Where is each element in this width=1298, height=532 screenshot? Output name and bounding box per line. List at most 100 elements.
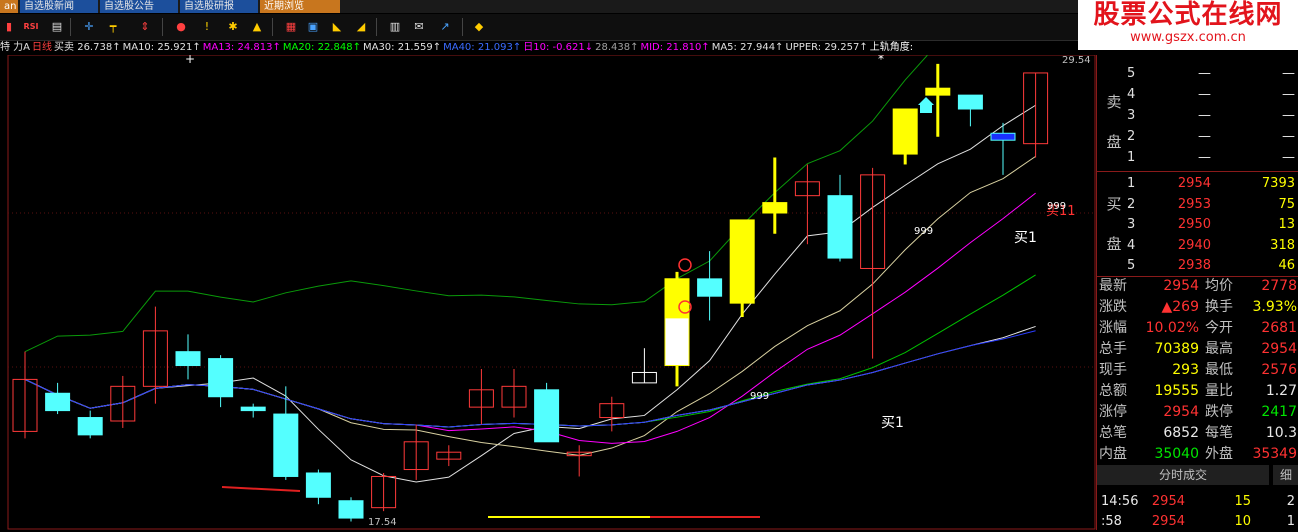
candle-body: [175, 351, 201, 367]
watermark-url: www.gszx.com.cn: [1130, 30, 1246, 45]
orderbook-row[interactable]: 3 — —: [1127, 105, 1298, 126]
orderbook-row[interactable]: 4 — —: [1127, 84, 1298, 105]
indicator-13: 上轨角度:: [869, 42, 914, 53]
kline-icon[interactable]: ▮: [0, 18, 18, 36]
orderbook-row[interactable]: 2 — —: [1127, 126, 1298, 147]
orderbook-row[interactable]: 1 2954 7393: [1127, 173, 1298, 194]
orderbook-v: 46: [1278, 258, 1295, 273]
image-icon[interactable]: ▣: [304, 18, 322, 36]
bell-icon[interactable]: ▲: [248, 18, 266, 36]
candle-body: [990, 132, 1016, 141]
stat-value: 2954: [1163, 404, 1199, 420]
orderbook-v: 7393: [1261, 176, 1295, 191]
orderbook-p: —: [1198, 150, 1211, 165]
upper-band-line: [24, 55, 929, 353]
diamond-icon[interactable]: ◆: [470, 18, 488, 36]
orderbook-p: 2938: [1177, 258, 1211, 273]
traffic-light-icon[interactable]: ●: [172, 18, 190, 36]
orderbook-row[interactable]: 2 2953 75: [1127, 194, 1298, 215]
tick-p: 2954: [1151, 494, 1185, 509]
stat-label: 现手: [1099, 362, 1127, 378]
orderbook-v: —: [1282, 150, 1295, 165]
calculator-icon[interactable]: ▥: [386, 18, 404, 36]
tick-n: 1: [1286, 514, 1295, 529]
stat-value: 10.3: [1265, 425, 1297, 441]
tab-watchlist-news[interactable]: 自选股新闻: [20, 0, 98, 13]
ma20-line: [24, 274, 1036, 428]
indicator-1: 日线: [32, 42, 53, 53]
ticks-detail-tab[interactable]: 细: [1273, 465, 1298, 485]
orderbook-row[interactable]: 4 2940 318: [1127, 235, 1298, 256]
crosshair-icon[interactable]: ✛: [80, 18, 98, 36]
candle-body: [338, 500, 364, 519]
sell-label: 卖: [1106, 93, 1122, 111]
tab-analysis[interactable]: an: [0, 0, 18, 13]
quote-panel: 卖 盘 5 — — 4 — — 3 — — 2 — — 1 — — 买 盘 1 2954 7393 2 2953 75…: [1096, 55, 1298, 530]
kline-chart[interactable]: 29.5417.54买1买1买11999999999*+: [0, 55, 1096, 530]
indicator-3: MA10: 25.921↑: [122, 42, 201, 53]
orderbook-p: —: [1198, 129, 1211, 144]
trend-chart-icon[interactable]: ↗: [436, 18, 454, 36]
stat-label: 总额: [1099, 383, 1127, 399]
trading-app-window: an 自选股新闻 自选股公告 自选股研报 近期浏览 ▮ RSI ▤ ✛ ┯ ⇕ ●! ✱ ▲ ▦ ▣…: [0, 0, 1298, 530]
orderbook-v: —: [1282, 87, 1295, 102]
indicator-2: 买卖 26.738↑: [54, 42, 121, 53]
tab-watchlist-research[interactable]: 自选股研报: [180, 0, 258, 13]
indicator-line: 特 力A 日线 买卖 26.738↑ MA10: 25.921↑ MA13: 24.81…: [0, 40, 1085, 55]
rsi-icon[interactable]: RSI: [22, 18, 40, 36]
orderbook-row[interactable]: 1 — —: [1127, 147, 1298, 168]
tab-recent-browse[interactable]: 近期浏览: [260, 0, 340, 13]
stat-label: 每笔: [1205, 425, 1233, 441]
buy-orderbook: 买 盘 1 2954 7393 2 2953 75 3 2950 13 4 2940 318 5 2938…: [1097, 171, 1298, 277]
plus-marker-icon: +: [185, 55, 195, 66]
indicator-9: 28.438↑: [595, 42, 639, 53]
orderbook-row[interactable]: 5 — —: [1127, 63, 1298, 84]
watermark-title: 股票公式在线网: [1093, 0, 1283, 30]
warning-icon[interactable]: !: [198, 18, 216, 36]
message-icon[interactable]: ✉: [410, 18, 428, 36]
stat-label: 今开: [1205, 320, 1233, 336]
orderbook-n: 3: [1127, 108, 1136, 123]
stat-label: 均价: [1205, 278, 1233, 294]
stat-value: 6852: [1163, 425, 1199, 441]
compass-icon[interactable]: ◢: [352, 18, 370, 36]
chart-window-icon[interactable]: ▦: [282, 18, 300, 36]
stat-value: 2954: [1261, 341, 1297, 357]
orderbook-v: —: [1282, 108, 1295, 123]
orderbook-n: 5: [1127, 258, 1136, 273]
orderbook-n: 1: [1127, 176, 1136, 191]
ma40-line: [24, 330, 1036, 428]
sell-label-2: 盘: [1106, 133, 1122, 151]
candle-body: [827, 195, 853, 259]
star-icon[interactable]: ✱: [224, 18, 242, 36]
orderbook-n: 2: [1127, 196, 1136, 212]
angle-icon[interactable]: ◣: [328, 18, 346, 36]
indicator-8: 日10: -0.621↓: [523, 42, 594, 53]
orderbook-p: 2950: [1177, 217, 1211, 232]
tab-watchlist-notices[interactable]: 自选股公告: [100, 0, 178, 13]
candle-body: [534, 389, 560, 443]
toolbar-separator: [162, 18, 163, 36]
ticks-title[interactable]: 分时成交: [1097, 465, 1269, 485]
indicator-7: MA40: 21.093↑: [443, 42, 522, 53]
stat-label: 最新: [1099, 278, 1127, 294]
stat-value: 1.27: [1265, 383, 1297, 399]
ruler-icon[interactable]: ┯: [104, 18, 122, 36]
orderbook-row[interactable]: 5 2938 46: [1127, 255, 1298, 276]
stat-label: 量比: [1205, 383, 1233, 399]
ticks-list: 14:56 2954 15 2:58 2954 10 1: [1097, 485, 1298, 530]
stat-value: ▲269: [1161, 299, 1200, 315]
signal-999-label-3: 999: [1047, 201, 1066, 212]
orderbook-v: 13: [1278, 217, 1295, 232]
buy-signal-label-2: 买1: [1014, 230, 1037, 246]
candle-body: [273, 413, 299, 477]
indicator-6: MA30: 21.559↑: [362, 42, 442, 53]
newspaper-icon[interactable]: ▤: [48, 18, 66, 36]
toolbar-separator: [462, 18, 463, 36]
bar-adjust-icon[interactable]: ⇕: [136, 18, 154, 36]
stat-label: 内盘: [1099, 446, 1127, 462]
indicator-10: MID: 21.810↑: [640, 42, 710, 53]
stat-value: 2778: [1261, 278, 1297, 294]
orderbook-row[interactable]: 3 2950 13: [1127, 214, 1298, 235]
ma30-line: [24, 325, 1036, 428]
